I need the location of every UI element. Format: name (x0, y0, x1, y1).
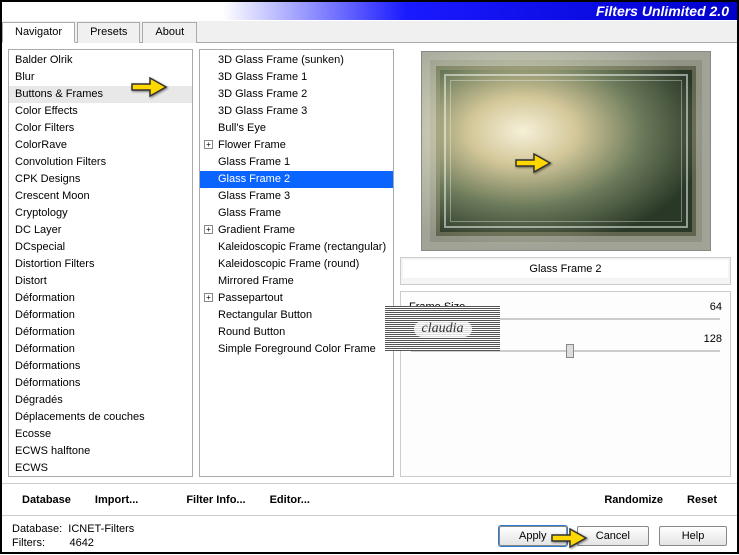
list-item[interactable]: DC Layer (9, 222, 192, 239)
list-item-label: Gradient Frame (218, 224, 295, 236)
status-bar: Database: ICNET-Filters Filters: 4642 Ap… (2, 515, 737, 555)
list-item[interactable]: Rectangular Button (200, 307, 393, 324)
list-item[interactable]: CPK Designs (9, 171, 192, 188)
tab-about[interactable]: About (142, 22, 197, 43)
list-item-label: Glass Frame 1 (218, 156, 290, 168)
list-item[interactable]: Bull's Eye (200, 120, 393, 137)
list-item[interactable]: Distort (9, 273, 192, 290)
list-item[interactable]: Convolution Filters (9, 154, 192, 171)
list-item[interactable]: ColorRave (9, 137, 192, 154)
filter-column: 3D Glass Frame (sunken) 3D Glass Frame 1 3… (199, 49, 394, 477)
list-item[interactable]: Dégradés (9, 392, 192, 409)
tab-bar: Navigator Presets About (2, 21, 737, 43)
title-bar: Filters Unlimited 2.0 (2, 2, 737, 20)
list-item-label: Bull's Eye (218, 122, 266, 134)
preview-image (421, 51, 711, 251)
list-item[interactable]: Color Effects (9, 103, 192, 120)
list-item-label: Glass Frame (218, 207, 281, 219)
list-item-label: Glass Frame 3 (218, 190, 290, 202)
list-item[interactable]: Glass Frame (200, 205, 393, 222)
list-item[interactable]: Déformation (9, 307, 192, 324)
database-button[interactable]: Database (12, 491, 81, 509)
list-item-label: Round Button (218, 326, 285, 338)
toolbar: Database Import... Filter Info... Editor… (2, 483, 737, 515)
list-item[interactable]: DCspecial (9, 239, 192, 256)
list-item[interactable]: + Passepartout (200, 290, 393, 307)
list-item-label: 3D Glass Frame 1 (218, 71, 307, 83)
watermark: claudia (385, 306, 500, 351)
reset-button[interactable]: Reset (677, 491, 727, 509)
tab-presets[interactable]: Presets (77, 22, 140, 43)
list-item[interactable]: Mirrored Frame (200, 273, 393, 290)
list-item[interactable]: Glass Frame 3 (200, 188, 393, 205)
slider-value: 128 (704, 333, 722, 345)
list-item[interactable]: Blur (9, 69, 192, 86)
list-item[interactable]: ECWS (9, 460, 192, 477)
list-item[interactable]: Kaleidoscopic Frame (rectangular) (200, 239, 393, 256)
list-item[interactable]: ECWS halftone (9, 443, 192, 460)
list-item-label: Glass Frame 2 (218, 173, 290, 185)
list-item[interactable]: Déformation (9, 324, 192, 341)
list-item-label: 3D Glass Frame 2 (218, 88, 307, 100)
list-item[interactable]: Glass Frame 2 (200, 171, 393, 188)
list-item[interactable]: Round Button (200, 324, 393, 341)
slider-thumb[interactable] (566, 344, 574, 358)
list-item[interactable]: Kaleidoscopic Frame (round) (200, 256, 393, 273)
list-item-label: Mirrored Frame (218, 275, 294, 287)
main-content: Balder OlrikBlurButtons & FramesColor Ef… (2, 43, 737, 483)
list-item[interactable]: Color Filters (9, 120, 192, 137)
list-item-label: Flower Frame (218, 139, 286, 151)
help-button[interactable]: Help (659, 526, 727, 546)
editor-button[interactable]: Editor... (260, 491, 320, 509)
list-item[interactable]: Balder Olrik (9, 52, 192, 69)
list-item[interactable]: Déformations (9, 375, 192, 392)
tab-navigator[interactable]: Navigator (2, 22, 75, 43)
list-item[interactable]: Buttons & Frames (9, 86, 192, 103)
list-item[interactable]: Déformation (9, 341, 192, 358)
list-item[interactable]: 3D Glass Frame 3 (200, 103, 393, 120)
list-item[interactable]: 3D Glass Frame (sunken) (200, 52, 393, 69)
list-item-label: Kaleidoscopic Frame (round) (218, 258, 359, 270)
filter-info-button[interactable]: Filter Info... (176, 491, 255, 509)
list-item-label: Kaleidoscopic Frame (rectangular) (218, 241, 386, 253)
list-item-label: 3D Glass Frame 3 (218, 105, 307, 117)
filter-title: Glass Frame 2 (403, 260, 728, 278)
cancel-button[interactable]: Cancel (577, 526, 649, 546)
expand-icon[interactable]: + (204, 293, 213, 302)
preview-column: claudia Glass Frame 2 Frame Size64Contra… (400, 49, 731, 477)
list-item[interactable]: Déformations (9, 358, 192, 375)
list-item[interactable]: + Gradient Frame (200, 222, 393, 239)
list-item[interactable]: Distortion Filters (9, 256, 192, 273)
randomize-button[interactable]: Randomize (594, 491, 673, 509)
filter-title-box: Glass Frame 2 (400, 257, 731, 285)
list-item[interactable]: Glass Frame 1 (200, 154, 393, 171)
list-item[interactable]: 3D Glass Frame 1 (200, 69, 393, 86)
list-item[interactable]: 3D Glass Frame 2 (200, 86, 393, 103)
category-list[interactable]: Balder OlrikBlurButtons & FramesColor Ef… (8, 49, 193, 477)
app-title: Filters Unlimited 2.0 (596, 3, 729, 19)
list-item-label: 3D Glass Frame (sunken) (218, 54, 344, 66)
list-item[interactable]: Simple Foreground Color Frame (200, 341, 393, 358)
list-item[interactable]: Ecosse (9, 426, 192, 443)
slider-value: 64 (710, 301, 722, 313)
status-info: Database: ICNET-Filters Filters: 4642 (12, 522, 134, 550)
apply-button[interactable]: Apply (499, 526, 567, 546)
list-item[interactable]: Déformation (9, 290, 192, 307)
import-button[interactable]: Import... (85, 491, 148, 509)
expand-icon[interactable]: + (204, 225, 213, 234)
filter-list[interactable]: 3D Glass Frame (sunken) 3D Glass Frame 1 3… (199, 49, 394, 477)
list-item[interactable]: Crescent Moon (9, 188, 192, 205)
list-item-label: Passepartout (218, 292, 283, 304)
list-item-label: Rectangular Button (218, 309, 312, 321)
category-column: Balder OlrikBlurButtons & FramesColor Ef… (8, 49, 193, 477)
expand-icon[interactable]: + (204, 140, 213, 149)
list-item-label: Simple Foreground Color Frame (218, 343, 376, 355)
list-item[interactable]: Déplacements de couches (9, 409, 192, 426)
list-item[interactable]: + Flower Frame (200, 137, 393, 154)
list-item[interactable]: Cryptology (9, 205, 192, 222)
